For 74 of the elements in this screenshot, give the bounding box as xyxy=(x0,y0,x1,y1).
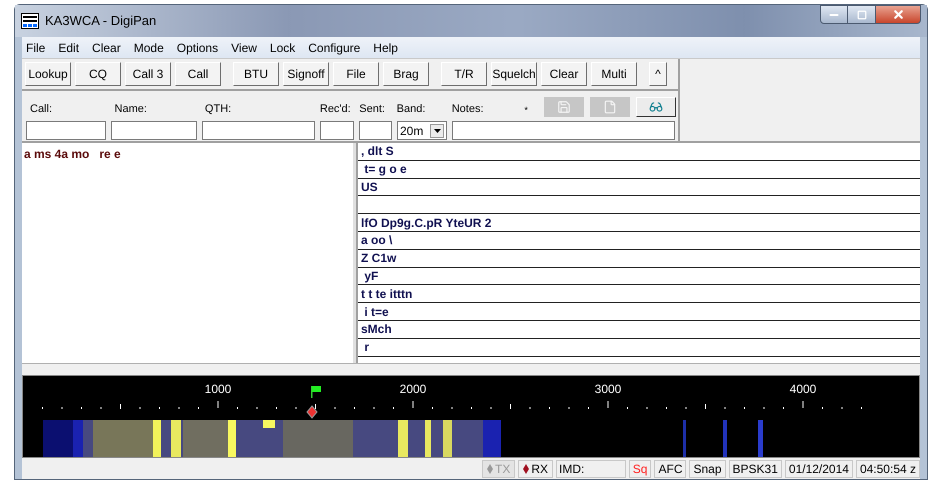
field-label: QTH: xyxy=(204,102,232,116)
toolbar-button[interactable]: Call 3 xyxy=(125,62,171,86)
channel-row[interactable]: Z C1w xyxy=(358,250,920,268)
toolbar-button[interactable]: Brag xyxy=(383,62,429,86)
frequency-label: 3000 xyxy=(594,382,622,396)
field-label: Notes: xyxy=(450,102,485,116)
lookup-button[interactable] xyxy=(636,97,676,117)
text-field[interactable] xyxy=(359,121,392,140)
toolbar-button[interactable]: BTU xyxy=(233,62,279,86)
cursor-marker-icon xyxy=(306,405,318,419)
close-button[interactable] xyxy=(875,5,921,24)
status-indicator: Snap xyxy=(689,460,726,478)
menu-item[interactable]: Clear xyxy=(92,38,121,56)
receive-text: a ms 4a mo re e xyxy=(24,147,121,161)
minimize-button[interactable] xyxy=(820,5,848,24)
toolbar-button[interactable]: Squelch xyxy=(491,62,537,86)
close-icon xyxy=(892,8,904,21)
imd-readout: IMD: xyxy=(556,460,626,478)
maximize-button[interactable] xyxy=(848,5,875,24)
menu-item[interactable]: View xyxy=(231,38,257,56)
field-label: Band: xyxy=(396,102,426,116)
field-label: Name: xyxy=(114,102,148,116)
toolbar-button[interactable]: Clear xyxy=(541,62,587,86)
toolbar-button[interactable]: Signoff xyxy=(283,62,329,86)
maximize-icon xyxy=(856,10,866,20)
channel-row[interactable]: t t te itttn xyxy=(358,285,920,304)
status-indicator: Sq xyxy=(628,460,652,478)
menu-item[interactable]: Options xyxy=(176,38,218,56)
text-field[interactable] xyxy=(202,121,315,140)
channel-row[interactable]: a oo \ xyxy=(358,232,920,250)
text-field[interactable] xyxy=(452,121,675,140)
frequency-label: 2000 xyxy=(400,382,426,396)
menu-item[interactable]: Lock xyxy=(270,38,296,56)
status-indicator: AFC xyxy=(654,460,686,478)
toolbar-button[interactable]: ^ xyxy=(649,62,667,86)
toolbar-button[interactable]: CQ xyxy=(75,62,121,86)
channel-row[interactable]: t= g o e xyxy=(358,160,920,179)
toolbar-button[interactable]: Lookup xyxy=(25,62,71,86)
frequency-label: 4000 xyxy=(790,382,816,396)
channel-row[interactable]: r xyxy=(358,338,920,357)
date-readout: 01/12/2014 xyxy=(784,460,853,478)
tx-rx-indicator: RX xyxy=(518,460,554,478)
text-field[interactable] xyxy=(111,121,197,140)
time-readout: 04:50:54 z xyxy=(856,460,920,478)
band-dropdown[interactable]: 20m xyxy=(397,121,447,140)
toolbar-button[interactable]: T/R xyxy=(441,62,487,86)
field-label: Sent: xyxy=(358,102,386,116)
toolbar-button[interactable]: Multi xyxy=(591,62,637,86)
menu-item[interactable]: Edit xyxy=(58,38,80,56)
flag-icon xyxy=(311,386,321,398)
text-field[interactable] xyxy=(320,121,354,140)
required-marker: * xyxy=(524,104,529,116)
channel-row[interactable]: US xyxy=(358,178,920,196)
menu-item[interactable]: Configure xyxy=(308,38,360,56)
channel-row[interactable]: i t=e xyxy=(358,303,920,321)
toolbar-button[interactable]: Call xyxy=(175,62,221,86)
channel-row[interactable]: sMch xyxy=(358,320,920,339)
toolbar-button[interactable]: File xyxy=(333,62,379,86)
mode-readout: BPSK31 xyxy=(728,460,782,478)
tx-rx-indicator: TX xyxy=(482,460,516,478)
app-icon xyxy=(21,13,39,29)
field-label: Call: xyxy=(29,102,54,116)
menu-item[interactable]: File xyxy=(26,38,46,56)
document-icon xyxy=(602,100,617,114)
text-field[interactable] xyxy=(26,121,106,140)
channel-row[interactable]: lfO Dp9g.C.pR YteUR 2 xyxy=(358,214,920,232)
window-title: KA3WCA - DigiPan xyxy=(45,12,156,30)
channel-row[interactable]: yF xyxy=(358,268,920,286)
frequency-label: 1000 xyxy=(204,382,232,396)
channel-row[interactable]: , dlt S xyxy=(358,143,920,161)
field-label: Rec'd: xyxy=(318,102,352,116)
menu-item[interactable]: Mode xyxy=(134,38,164,56)
menu-item[interactable]: Help xyxy=(373,38,398,56)
glasses-icon xyxy=(648,100,663,114)
